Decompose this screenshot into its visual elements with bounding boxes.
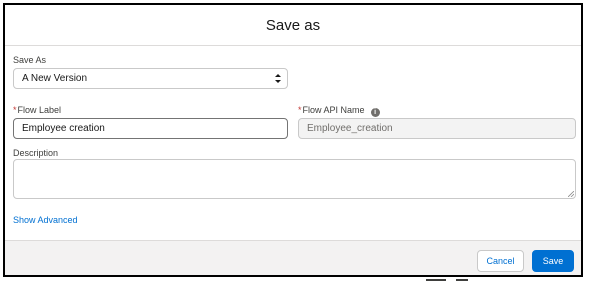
resize-grip-icon[interactable] (568, 191, 574, 197)
save-as-label: Save As (13, 55, 47, 65)
flow-label-label: *Flow Label (13, 105, 61, 115)
dialog-title: Save as (265, 16, 321, 34)
save-as-dialog: Save as Save As A New Version *Flow Labe… (3, 3, 583, 277)
show-advanced-link[interactable]: Show Advanced (13, 215, 78, 225)
save-as-select[interactable]: A New Version (13, 68, 288, 89)
flow-api-name-label: *Flow API Name i (298, 105, 380, 117)
select-arrows-icon (275, 74, 281, 83)
required-marker: * (298, 105, 302, 115)
description-label: Description (13, 148, 59, 158)
flow-label-label-text: Flow Label (17, 105, 62, 115)
save-as-selected-value: A New Version (22, 73, 88, 84)
backdrop-fragment (426, 279, 446, 281)
info-icon[interactable]: i (370, 108, 380, 117)
flow-label-input[interactable]: Employee creation (13, 118, 288, 139)
flow-api-name-input[interactable]: Employee_creation (298, 118, 576, 139)
description-textarea[interactable] (13, 159, 576, 199)
backdrop-fragment (456, 279, 468, 281)
save-button[interactable]: Save (532, 250, 574, 272)
flow-api-name-value: Employee_creation (307, 123, 393, 134)
flow-label-value: Employee creation (22, 123, 105, 134)
flow-api-name-label-text: Flow API Name (302, 105, 365, 115)
dialog-header: Save as (5, 5, 581, 46)
cancel-button[interactable]: Cancel (477, 250, 524, 272)
required-marker: * (13, 105, 17, 115)
dialog-footer: Cancel Save (5, 240, 581, 275)
